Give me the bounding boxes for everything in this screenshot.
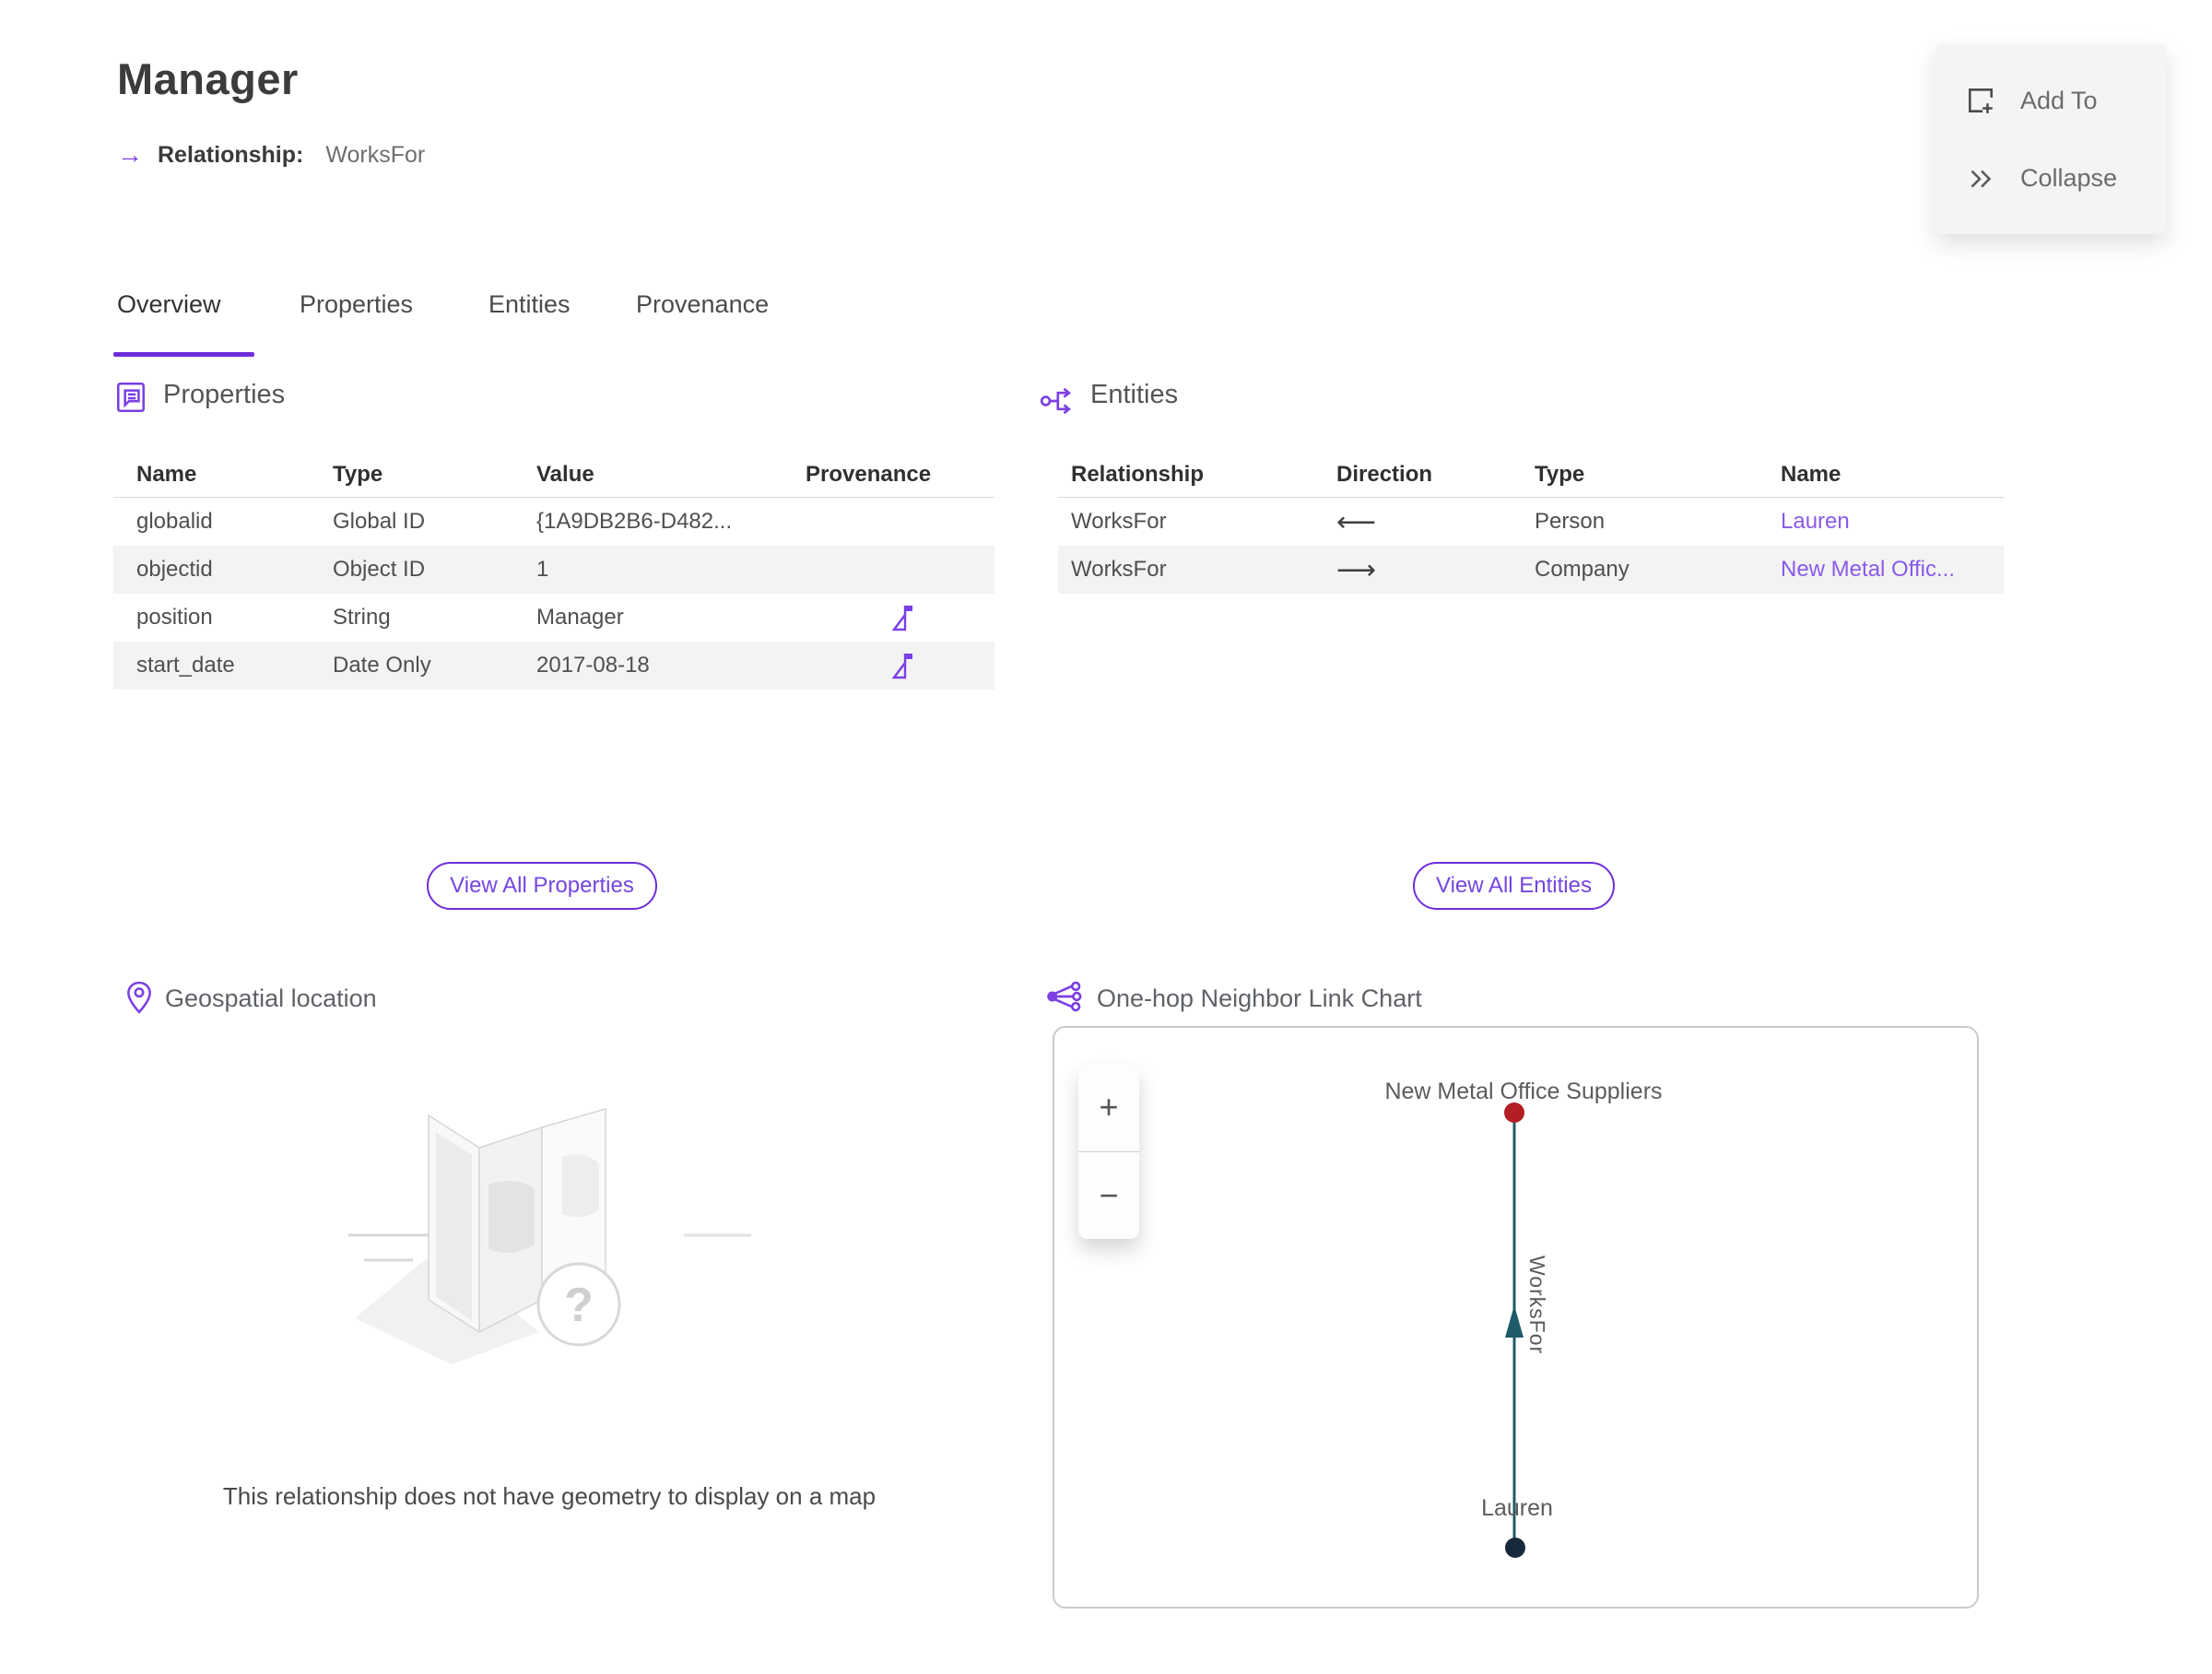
col-provenance: Provenance xyxy=(806,461,932,487)
table-row: position String Manager xyxy=(113,594,994,642)
table-row: globalid Global ID {1A9DB2B6-D482... xyxy=(113,498,994,546)
prop-value: Manager xyxy=(536,605,624,630)
entities-table: Relationship Direction Type Name WorksFo… xyxy=(1058,452,2004,594)
entities-icon xyxy=(1040,387,1072,415)
col-value: Value xyxy=(536,461,594,487)
edge-arrowhead-icon xyxy=(1505,1305,1524,1338)
no-geometry-message: This relationship does not have geometry… xyxy=(222,1482,877,1510)
tab-provenance[interactable]: Provenance xyxy=(636,290,769,319)
entity-type: Company xyxy=(1535,557,1630,582)
view-all-properties-button[interactable]: View All Properties xyxy=(427,862,657,910)
tab-properties[interactable]: Properties xyxy=(300,290,413,319)
entity-name-link[interactable]: Lauren xyxy=(1781,509,2004,535)
relationship-subtitle: → Relationship: WorksFor xyxy=(117,140,425,170)
properties-table-header: Name Type Value Provenance xyxy=(113,452,994,498)
entities-table-header: Relationship Direction Type Name xyxy=(1058,452,2004,498)
col-direction: Direction xyxy=(1336,461,1433,487)
chart-zoom-control: + − xyxy=(1078,1064,1139,1239)
link-chart-section-title: One-hop Neighbor Link Chart xyxy=(1097,984,1422,1012)
table-row: WorksFor ⟵ Person Lauren xyxy=(1058,498,2004,546)
geospatial-section-title: Geospatial location xyxy=(165,984,377,1012)
collapse-button[interactable]: Collapse xyxy=(1965,146,2166,210)
page-title: Manager xyxy=(117,54,299,103)
entities-section-title: Entities xyxy=(1090,380,1179,409)
prop-type: String xyxy=(333,605,391,630)
active-tab-indicator xyxy=(113,352,254,357)
tab-overview[interactable]: Overview xyxy=(117,290,221,319)
properties-icon xyxy=(117,382,145,413)
col-type: Type xyxy=(333,461,383,487)
col-type: Type xyxy=(1535,461,1585,487)
properties-table: Name Type Value Provenance globalid Glob… xyxy=(113,452,994,690)
relationship-arrow-icon: → xyxy=(117,140,143,169)
tab-entities[interactable]: Entities xyxy=(488,290,571,319)
zoom-in-button[interactable]: + xyxy=(1078,1064,1139,1152)
entity-name-link[interactable]: New Metal Offic... xyxy=(1781,557,2004,583)
relationship-label: Relationship: xyxy=(158,141,304,168)
node-company[interactable] xyxy=(1504,1102,1524,1123)
map-pin-icon xyxy=(127,981,151,1014)
empty-map-illustration: ? xyxy=(348,1108,751,1364)
prop-name: objectid xyxy=(136,557,213,582)
link-chart-icon xyxy=(1047,981,1082,1012)
zoom-out-button[interactable]: − xyxy=(1078,1152,1139,1240)
entity-type: Person xyxy=(1535,509,1606,534)
relationship-value: WorksFor xyxy=(325,141,426,168)
col-name: Name xyxy=(136,461,197,487)
provenance-flag-icon[interactable] xyxy=(890,652,914,679)
prop-name: start_date xyxy=(136,653,235,678)
table-row: objectid Object ID 1 xyxy=(113,546,994,594)
provenance-flag-icon[interactable] xyxy=(890,604,914,631)
entity-relationship: WorksFor xyxy=(1071,509,1167,534)
view-all-entities-button[interactable]: View All Entities xyxy=(1413,862,1615,910)
node-label-person: Lauren xyxy=(1481,1495,1553,1521)
add-to-button[interactable]: Add To xyxy=(1965,68,2166,133)
add-to-icon xyxy=(1969,88,1993,113)
prop-type: Global ID xyxy=(333,509,426,534)
collapse-label: Collapse xyxy=(2020,163,2118,192)
prop-name: position xyxy=(136,605,213,630)
direction-left-arrow-icon: ⟵ xyxy=(1336,506,1377,537)
add-to-label: Add To xyxy=(2020,86,2098,114)
prop-value: 2017-08-18 xyxy=(536,653,650,678)
entity-relationship: WorksFor xyxy=(1071,557,1167,582)
prop-type: Date Only xyxy=(333,653,431,678)
svg-text:?: ? xyxy=(564,1279,594,1332)
prop-type: Object ID xyxy=(333,557,426,582)
edge-label-worksfor: WorksFor xyxy=(1525,1256,1549,1355)
double-chevron-right-icon xyxy=(1971,170,1992,188)
prop-value: 1 xyxy=(536,557,549,582)
direction-right-arrow-icon: ⟶ xyxy=(1336,554,1377,585)
actions-menu: Add To Collapse xyxy=(1936,44,2166,234)
node-label-company: New Metal Office Suppliers xyxy=(1384,1079,1663,1104)
table-row: start_date Date Only 2017-08-18 xyxy=(113,642,994,690)
node-person[interactable] xyxy=(1505,1538,1525,1558)
prop-value: {1A9DB2B6-D482... xyxy=(536,509,733,534)
table-row: WorksFor ⟶ Company New Metal Offic... xyxy=(1058,546,2004,594)
prop-name: globalid xyxy=(136,509,213,534)
properties-section-title: Properties xyxy=(163,380,286,409)
col-relationship: Relationship xyxy=(1071,461,1205,487)
col-name: Name xyxy=(1781,461,1841,487)
